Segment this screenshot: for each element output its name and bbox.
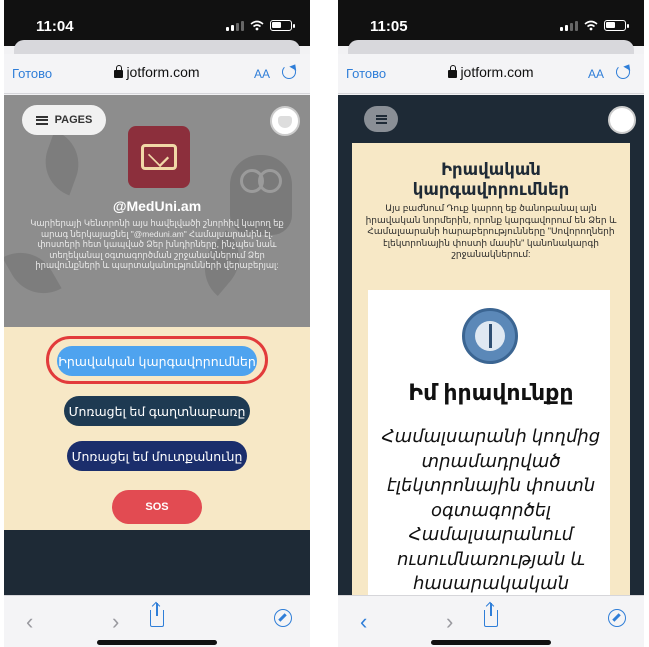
forgot-login-button[interactable]: Մոռացել եմ մուտքանունը [67,441,247,471]
forward-icon[interactable]: › [112,609,119,635]
forward-icon[interactable]: › [446,609,453,635]
reload-icon[interactable] [616,65,630,79]
sos-button[interactable]: SOS [112,490,202,524]
status-time: 11:05 [370,18,408,35]
page-title: Իրավական կարգավորումներ [412,161,570,199]
envelope-icon [141,144,177,170]
battery-icon [604,20,629,31]
phone-screen-right: 11:05 Готово jotform.com AA Իրավական կար… [338,0,644,647]
browser-toolbar: ‹ › [338,595,644,647]
wifi-icon [250,20,264,31]
card-body: Համալսարանի կողմից տրամադրված էլեկտրոնայ… [381,426,601,593]
menu-icon [35,115,48,125]
compass-icon[interactable] [274,609,292,627]
compass-icon[interactable] [608,609,626,627]
reload-icon[interactable] [282,65,296,79]
avatar-icon[interactable] [608,106,636,134]
back-icon[interactable]: ‹ [360,609,367,635]
lock-icon [114,65,124,78]
battery-icon [270,20,295,31]
phone-screen-left: 11:04 Готово jotform.com AA PAGES @MedUn… [4,0,310,647]
menu-button[interactable] [364,106,398,132]
status-time: 11:04 [36,18,74,35]
avatar-icon[interactable] [270,106,300,136]
share-icon[interactable] [150,603,164,627]
side-border [630,143,644,595]
profile-handle: @MedUni.am [112,198,202,214]
wifi-icon [584,20,598,31]
profile-description: Կարիերայի Կենտրոնի այս հավելվածի շնորհիվ… [30,218,284,271]
url-text: jotform.com [460,64,534,80]
pages-label: PAGES [54,114,93,126]
text-size-button[interactable]: AA [254,67,270,81]
share-icon[interactable] [484,603,498,627]
browser-toolbar: ‹ › [4,595,310,647]
seal-icon [462,308,518,364]
signal-icon [560,20,578,31]
menu-icon [375,114,387,124]
text-size-button[interactable]: AA [588,67,604,81]
app-logo [128,126,190,188]
status-icons [226,20,295,31]
browser-navbar: Готово jotform.com AA [4,54,310,94]
signal-icon [226,20,244,31]
forgot-password-button[interactable]: Մոռացել եմ գաղտնաբառը [64,396,250,426]
page-description: Այս բաժնում Դուք կարող եք ծանոթանալ այն … [365,203,617,259]
status-icons [560,20,629,31]
side-border [338,143,352,595]
footer-area [4,530,310,595]
pages-menu-button[interactable]: PAGES [22,105,106,135]
browser-navbar: Готово jotform.com AA [338,54,644,94]
card-heading: Իմ իրավունքը [408,380,574,405]
home-indicator [431,640,551,645]
leaf-decoration [35,130,89,196]
lock-icon [448,65,458,78]
back-icon[interactable]: ‹ [26,609,33,635]
home-indicator [97,640,217,645]
highlight-ring [46,336,268,384]
url-text: jotform.com [126,64,200,80]
